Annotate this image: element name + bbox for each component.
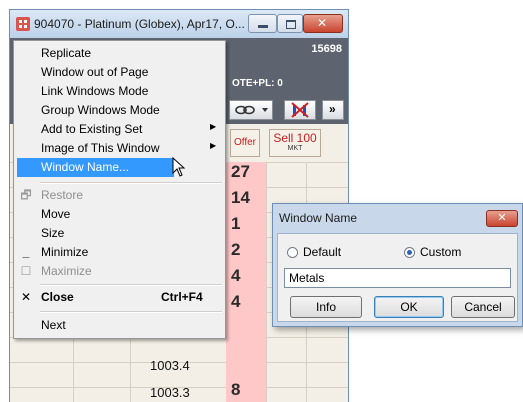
header-number: 15698 (311, 43, 342, 55)
close-button[interactable] (303, 14, 343, 33)
menu-item-add-to-existing-set[interactable]: Add to Existing Set ▶ (14, 120, 225, 139)
window-title-bar[interactable]: 904070 - Platinum (Globex), Apr17, O... (10, 10, 348, 38)
menu-item-label: Link Windows Mode (41, 84, 149, 98)
menu-item-label: Move (41, 207, 71, 221)
info-button[interactable]: Info (290, 296, 362, 318)
app-icon (16, 17, 30, 31)
offer-quantity: 1 (231, 214, 241, 233)
close-icon: ✕ (497, 212, 507, 224)
menu-item-size[interactable]: Size (14, 224, 225, 243)
menu-item-label: Next (41, 318, 66, 332)
price-level: 1003.4 (150, 358, 190, 373)
menu-item-group-windows-mode[interactable]: Group Windows Mode (14, 101, 225, 120)
sell-order-type: MKT (287, 145, 303, 152)
menu-item-minimize[interactable]: _ Minimize (14, 243, 225, 262)
menu-item-label: Size (41, 226, 65, 240)
menu-item-label: Replicate (41, 46, 92, 60)
more-button[interactable]: » (322, 100, 344, 120)
default-radio-label: Default (303, 245, 342, 259)
menu-item-close[interactable]: ✕ Close Ctrl+F4 (14, 288, 225, 307)
default-radio[interactable]: Default (287, 245, 341, 259)
sell-market-button[interactable]: Sell 100 MKT (269, 129, 321, 157)
menu-item-label: Window Name... (41, 160, 130, 174)
window-name-dialog: Window Name ✕ Default Custom Info OK Can… (272, 203, 523, 327)
custom-radio[interactable]: Custom (404, 245, 461, 259)
offer-qty-cell[interactable] (226, 312, 266, 337)
maximize-button[interactable] (277, 14, 303, 33)
menu-item-replicate[interactable]: Replicate (14, 44, 225, 63)
sell-label: Sell 100 (273, 131, 317, 145)
window-title: 904070 - Platinum (Globex), Apr17, O... (34, 17, 245, 31)
restore-icon: 🗗 (20, 188, 32, 202)
submenu-arrow-icon: ▶ (210, 122, 217, 131)
menu-item-label: Maximize (41, 264, 92, 278)
ok-button[interactable]: OK (374, 296, 444, 318)
menu-item-label: Close (41, 290, 74, 304)
menu-item-label: Restore (41, 188, 84, 202)
menu-item-label: Window out of Page (41, 65, 149, 79)
split-button[interactable] (284, 100, 316, 120)
radio-selected-icon (404, 247, 415, 258)
menu-separator (40, 182, 222, 184)
menu-separator (40, 311, 222, 313)
menu-item-label: Group Windows Mode (41, 103, 160, 117)
menu-item-label: Minimize (41, 245, 89, 259)
price-level: 1003.3 (150, 385, 190, 400)
menu-item-window-out-of-page[interactable]: Window out of Page (14, 63, 225, 82)
offer-qty-cell[interactable] (226, 337, 266, 362)
offer-quantity: 2 (231, 240, 241, 259)
offer-quantity: 8 (231, 380, 241, 399)
submenu-arrow-icon: ▶ (210, 141, 217, 150)
cancel-button[interactable]: Cancel (451, 296, 515, 318)
close-x-icon: ✕ (20, 290, 32, 304)
dialog-body: Default Custom Info OK Cancel (277, 233, 518, 322)
radio-circle-icon (287, 247, 298, 258)
mouse-cursor-icon (172, 157, 186, 177)
offer-quantity: 27 (231, 162, 250, 181)
minimize-button[interactable] (248, 14, 277, 33)
menu-item-image-of-this-window[interactable]: Image of This Window ▶ (14, 139, 225, 158)
link-dropdown[interactable] (229, 100, 273, 120)
offer-quantity: 14 (231, 188, 250, 207)
menu-item-link-windows-mode[interactable]: Link Windows Mode (14, 82, 225, 101)
menu-item-maximize[interactable]: ☐ Maximize (14, 262, 225, 281)
menu-item-shortcut: Ctrl+F4 (161, 290, 203, 304)
offer-button[interactable]: Offer (230, 129, 260, 157)
offer-quantity: 4 (231, 292, 241, 311)
menu-separator (40, 284, 222, 286)
menu-item-move[interactable]: Move (14, 205, 225, 224)
offer-quantity: 4 (231, 266, 241, 285)
split-icon (291, 102, 309, 118)
menu-item-restore[interactable]: 🗗 Restore (14, 186, 225, 205)
menu-item-next[interactable]: Next (14, 316, 225, 335)
ote-pl-label: OTE+PL: 0 (232, 78, 283, 89)
custom-radio-label: Custom (420, 245, 462, 259)
more-label: » (329, 102, 336, 116)
dialog-title: Window Name (279, 211, 358, 225)
dialog-close-button[interactable]: ✕ (486, 210, 518, 227)
window-context-menu: Replicate Window out of Page Link Window… (13, 40, 226, 339)
minimize-menu-icon: _ (22, 245, 30, 259)
window-name-input[interactable] (284, 268, 511, 288)
maximize-menu-icon: ☐ (20, 264, 32, 278)
menu-item-label: Image of This Window (41, 141, 160, 155)
menu-item-window-name[interactable]: Window Name... (17, 158, 174, 177)
link-icon (235, 105, 268, 115)
menu-item-label: Add to Existing Set (41, 122, 143, 136)
